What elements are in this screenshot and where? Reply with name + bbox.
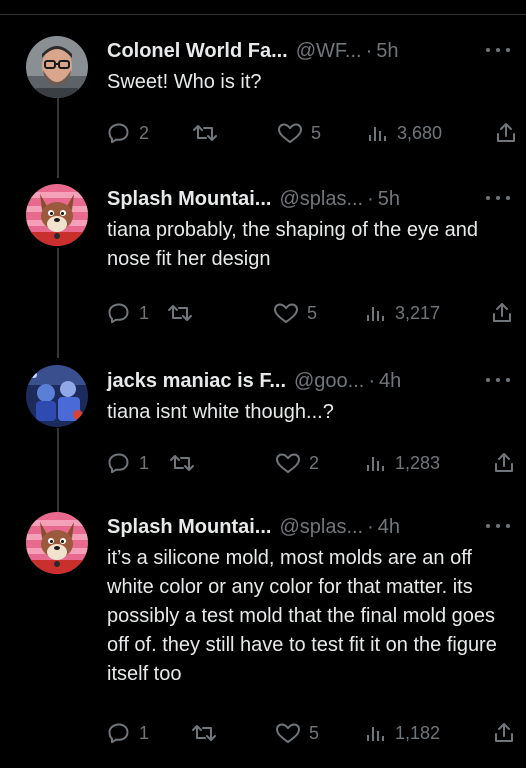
thread-line (57, 248, 59, 358)
retweet-button[interactable] (169, 450, 195, 476)
separator-dot: · (368, 369, 376, 392)
user-handle[interactable]: @splas... (279, 516, 363, 539)
avatar[interactable] (26, 36, 88, 98)
fox-cartoon-avatar-icon (26, 184, 88, 246)
reply-button[interactable]: 2 (107, 120, 149, 146)
views-icon (367, 727, 384, 741)
share-icon (497, 123, 515, 142)
fox-cartoon-avatar-icon (26, 512, 88, 574)
like-button[interactable]: 5 (275, 720, 319, 746)
views-button[interactable]: 3,217 (365, 300, 440, 326)
retweet-icon (192, 725, 216, 741)
bearded-man-avatar-icon (26, 36, 88, 98)
reply-count: 1 (139, 302, 150, 323)
like-count: 5 (309, 722, 320, 743)
tweet-header: Colonel World Fa... @WF... · 5h (107, 38, 399, 64)
views-button[interactable]: 3,680 (367, 120, 442, 146)
views-icon (367, 457, 384, 471)
reply-icon (108, 303, 129, 324)
action-bar: 1 5 1,182 (107, 720, 517, 746)
separator-dot: · (365, 39, 373, 62)
heart-icon (278, 123, 302, 143)
view-count: 3,680 (397, 122, 443, 143)
timestamp[interactable]: 4h (379, 370, 401, 393)
tweet-text: tiana isnt white though...? (107, 401, 334, 423)
heart-icon (276, 453, 300, 473)
views-button[interactable]: 1,283 (365, 450, 440, 476)
share-button[interactable] (493, 720, 515, 746)
retweet-icon (170, 455, 194, 471)
more-options-icon[interactable] (486, 40, 510, 60)
reply-button[interactable]: 1 (107, 300, 149, 326)
timestamp[interactable]: 5h (378, 188, 400, 211)
tweet-header: Splash Mountai... @splas... · 4h (107, 514, 400, 540)
more-options-icon[interactable] (486, 370, 510, 390)
blue-photo-avatar-icon (26, 365, 88, 427)
share-button[interactable] (491, 300, 513, 326)
views-icon (367, 307, 384, 321)
retweet-icon (168, 305, 192, 321)
retweet-button[interactable] (167, 300, 193, 326)
more-options-icon[interactable] (486, 516, 510, 536)
heart-icon (276, 723, 300, 743)
retweet-button[interactable] (192, 120, 218, 146)
heart-icon (274, 303, 298, 323)
like-button[interactable]: 2 (275, 450, 319, 476)
reply-count: 2 (139, 122, 150, 143)
timestamp[interactable]: 5h (376, 40, 398, 63)
retweet-button[interactable] (191, 720, 217, 746)
like-count: 5 (311, 122, 322, 143)
reply-count: 1 (139, 722, 150, 743)
reply-button[interactable]: 1 (107, 450, 149, 476)
reply-icon (108, 723, 129, 744)
share-button[interactable] (495, 120, 517, 146)
tweet-header: Splash Mountai... @splas... · 5h (107, 186, 400, 212)
display-name[interactable]: Colonel World Fa... (107, 40, 288, 63)
action-bar: 1 5 3,217 (107, 300, 517, 326)
more-options-icon[interactable] (486, 188, 510, 208)
reply-icon (108, 123, 129, 144)
separator-dot: · (367, 515, 374, 538)
tweet-header: jacks maniac is F... @goo... · 4h (107, 368, 401, 394)
action-bar: 2 5 3,680 (107, 120, 517, 146)
avatar[interactable] (26, 184, 88, 246)
user-handle[interactable]: @splas... (279, 188, 363, 211)
share-icon (493, 303, 511, 322)
top-divider (0, 14, 526, 15)
share-button[interactable] (493, 450, 515, 476)
share-icon (495, 723, 513, 742)
reply-count: 1 (139, 452, 150, 473)
tweet-text: tiana probably, the shaping of the eye a… (107, 219, 479, 270)
display-name[interactable]: Splash Mountai... (107, 516, 271, 539)
user-handle[interactable]: @goo... (294, 370, 364, 393)
view-count: 1,283 (395, 452, 441, 473)
separator-dot: · (367, 187, 374, 210)
like-button[interactable]: 5 (273, 300, 317, 326)
avatar[interactable] (26, 512, 88, 574)
user-handle[interactable]: @WF... (296, 40, 362, 63)
display-name[interactable]: jacks maniac is F... (107, 370, 286, 393)
reply-icon (108, 453, 129, 474)
thread-line (57, 428, 59, 514)
display-name[interactable]: Splash Mountai... (107, 188, 271, 211)
reply-button[interactable]: 1 (107, 720, 149, 746)
share-icon (495, 453, 513, 472)
views-button[interactable]: 1,182 (365, 720, 440, 746)
tweet-text: it’s a silicone mold, most molds are an … (107, 547, 497, 685)
action-bar: 1 2 1,283 (107, 450, 517, 476)
view-count: 1,182 (395, 722, 441, 743)
views-icon (369, 127, 386, 141)
like-count: 5 (307, 302, 318, 323)
avatar[interactable] (26, 365, 88, 427)
like-button[interactable]: 5 (277, 120, 321, 146)
timestamp[interactable]: 4h (378, 516, 400, 539)
like-count: 2 (309, 452, 320, 473)
tweet-text: Sweet! Who is it? (107, 71, 262, 93)
retweet-icon (193, 125, 217, 141)
thread-line (57, 98, 59, 178)
view-count: 3,217 (395, 302, 441, 323)
